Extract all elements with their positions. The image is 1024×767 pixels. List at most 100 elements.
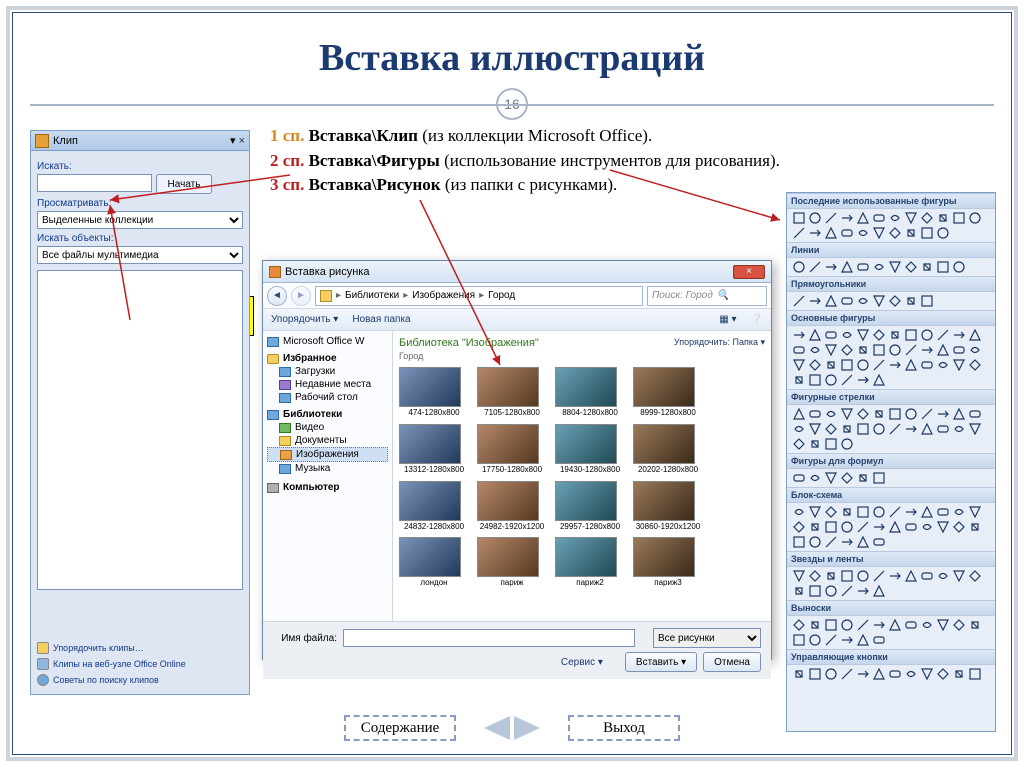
shape-item[interactable] xyxy=(839,471,854,485)
shape-item[interactable] xyxy=(807,358,822,372)
shape-item[interactable] xyxy=(823,618,838,632)
shape-item[interactable] xyxy=(839,373,854,387)
shape-item[interactable] xyxy=(935,520,950,534)
shape-item[interactable] xyxy=(967,358,982,372)
shape-item[interactable] xyxy=(967,211,982,225)
shape-item[interactable] xyxy=(855,618,870,632)
thumbnail[interactable]: париж xyxy=(477,537,547,588)
nav-forward-button[interactable]: ► xyxy=(291,286,311,306)
thumbnail[interactable]: 24832-1280x800 xyxy=(399,481,469,532)
shape-item[interactable] xyxy=(951,407,966,421)
shape-item[interactable] xyxy=(823,520,838,534)
toolbar-newfolder[interactable]: Новая папка xyxy=(352,314,410,325)
service-dropdown[interactable]: Сервис ▾ xyxy=(561,657,603,668)
shape-item[interactable] xyxy=(791,422,806,436)
shape-item[interactable] xyxy=(791,505,806,519)
shape-item[interactable] xyxy=(855,584,870,598)
shape-item[interactable] xyxy=(839,437,854,451)
shape-item[interactable] xyxy=(791,667,806,681)
shape-item[interactable] xyxy=(855,328,870,342)
shape-item[interactable] xyxy=(951,505,966,519)
shape-item[interactable] xyxy=(887,505,902,519)
shape-item[interactable] xyxy=(807,211,822,225)
clip-link-organize[interactable]: Упорядочить клипы… xyxy=(37,640,243,656)
shape-item[interactable] xyxy=(887,667,902,681)
shape-item[interactable] xyxy=(823,667,838,681)
shape-item[interactable] xyxy=(791,294,806,308)
shape-item[interactable] xyxy=(935,618,950,632)
shape-item[interactable] xyxy=(823,358,838,372)
shape-item[interactable] xyxy=(951,260,966,274)
cancel-button[interactable]: Отмена xyxy=(703,652,761,672)
thumbnail[interactable]: 8804-1280x800 xyxy=(555,367,625,418)
shape-item[interactable] xyxy=(887,343,902,357)
clip-search-button[interactable]: Начать xyxy=(156,174,212,194)
shape-item[interactable] xyxy=(903,358,918,372)
shape-item[interactable] xyxy=(823,226,838,240)
shape-item[interactable] xyxy=(855,520,870,534)
shape-item[interactable] xyxy=(855,667,870,681)
shape-item[interactable] xyxy=(919,226,934,240)
shape-item[interactable] xyxy=(791,328,806,342)
thumbnail[interactable]: 30860-1920x1200 xyxy=(633,481,703,532)
shape-item[interactable] xyxy=(807,260,822,274)
shape-item[interactable] xyxy=(855,260,870,274)
shape-item[interactable] xyxy=(839,505,854,519)
shape-item[interactable] xyxy=(823,328,838,342)
shape-item[interactable] xyxy=(887,422,902,436)
shape-item[interactable] xyxy=(919,407,934,421)
shape-item[interactable] xyxy=(887,358,902,372)
shape-item[interactable] xyxy=(791,343,806,357)
shape-item[interactable] xyxy=(951,422,966,436)
crumb-2[interactable]: Город xyxy=(488,290,515,301)
shape-item[interactable] xyxy=(871,633,886,647)
shape-item[interactable] xyxy=(791,373,806,387)
shape-item[interactable] xyxy=(871,505,886,519)
shape-item[interactable] xyxy=(791,211,806,225)
shape-item[interactable] xyxy=(887,618,902,632)
shape-item[interactable] xyxy=(855,471,870,485)
shape-item[interactable] xyxy=(855,373,870,387)
shape-item[interactable] xyxy=(887,520,902,534)
shape-item[interactable] xyxy=(855,211,870,225)
shape-item[interactable] xyxy=(935,667,950,681)
thumbnail[interactable]: 19430-1280x800 xyxy=(555,424,625,475)
shape-item[interactable] xyxy=(903,422,918,436)
shape-item[interactable] xyxy=(903,520,918,534)
shape-item[interactable] xyxy=(903,211,918,225)
shape-item[interactable] xyxy=(919,422,934,436)
shape-item[interactable] xyxy=(791,260,806,274)
toolbar-view-icon[interactable]: ▦ ▾ xyxy=(719,314,736,325)
thumbnail[interactable]: 8999-1280x800 xyxy=(633,367,703,418)
shape-item[interactable] xyxy=(935,569,950,583)
shape-item[interactable] xyxy=(807,633,822,647)
clip-obj-select[interactable]: Все файлы мультимедиа xyxy=(37,246,243,264)
shape-item[interactable] xyxy=(951,328,966,342)
shape-item[interactable] xyxy=(967,667,982,681)
shape-item[interactable] xyxy=(839,569,854,583)
shape-item[interactable] xyxy=(935,328,950,342)
thumbnail[interactable]: 474-1280x800 xyxy=(399,367,469,418)
shape-item[interactable] xyxy=(839,328,854,342)
shape-item[interactable] xyxy=(839,226,854,240)
shape-item[interactable] xyxy=(855,633,870,647)
shape-item[interactable] xyxy=(807,422,822,436)
shape-item[interactable] xyxy=(807,373,822,387)
shape-item[interactable] xyxy=(903,505,918,519)
shape-item[interactable] xyxy=(887,260,902,274)
shape-item[interactable] xyxy=(919,618,934,632)
shape-item[interactable] xyxy=(855,226,870,240)
shape-item[interactable] xyxy=(855,407,870,421)
shape-item[interactable] xyxy=(839,260,854,274)
insert-button[interactable]: Вставить ▾ xyxy=(625,652,697,672)
shape-item[interactable] xyxy=(839,633,854,647)
shape-item[interactable] xyxy=(791,437,806,451)
shape-item[interactable] xyxy=(807,343,822,357)
thumbnail[interactable]: 29957-1280x800 xyxy=(555,481,625,532)
shape-item[interactable] xyxy=(807,535,822,549)
shape-item[interactable] xyxy=(919,260,934,274)
shape-item[interactable] xyxy=(935,343,950,357)
shape-item[interactable] xyxy=(935,358,950,372)
contents-button[interactable]: Содержание xyxy=(344,715,456,741)
shapes-gallery[interactable]: Последние использованные фигурыЛинииПрям… xyxy=(786,192,996,732)
